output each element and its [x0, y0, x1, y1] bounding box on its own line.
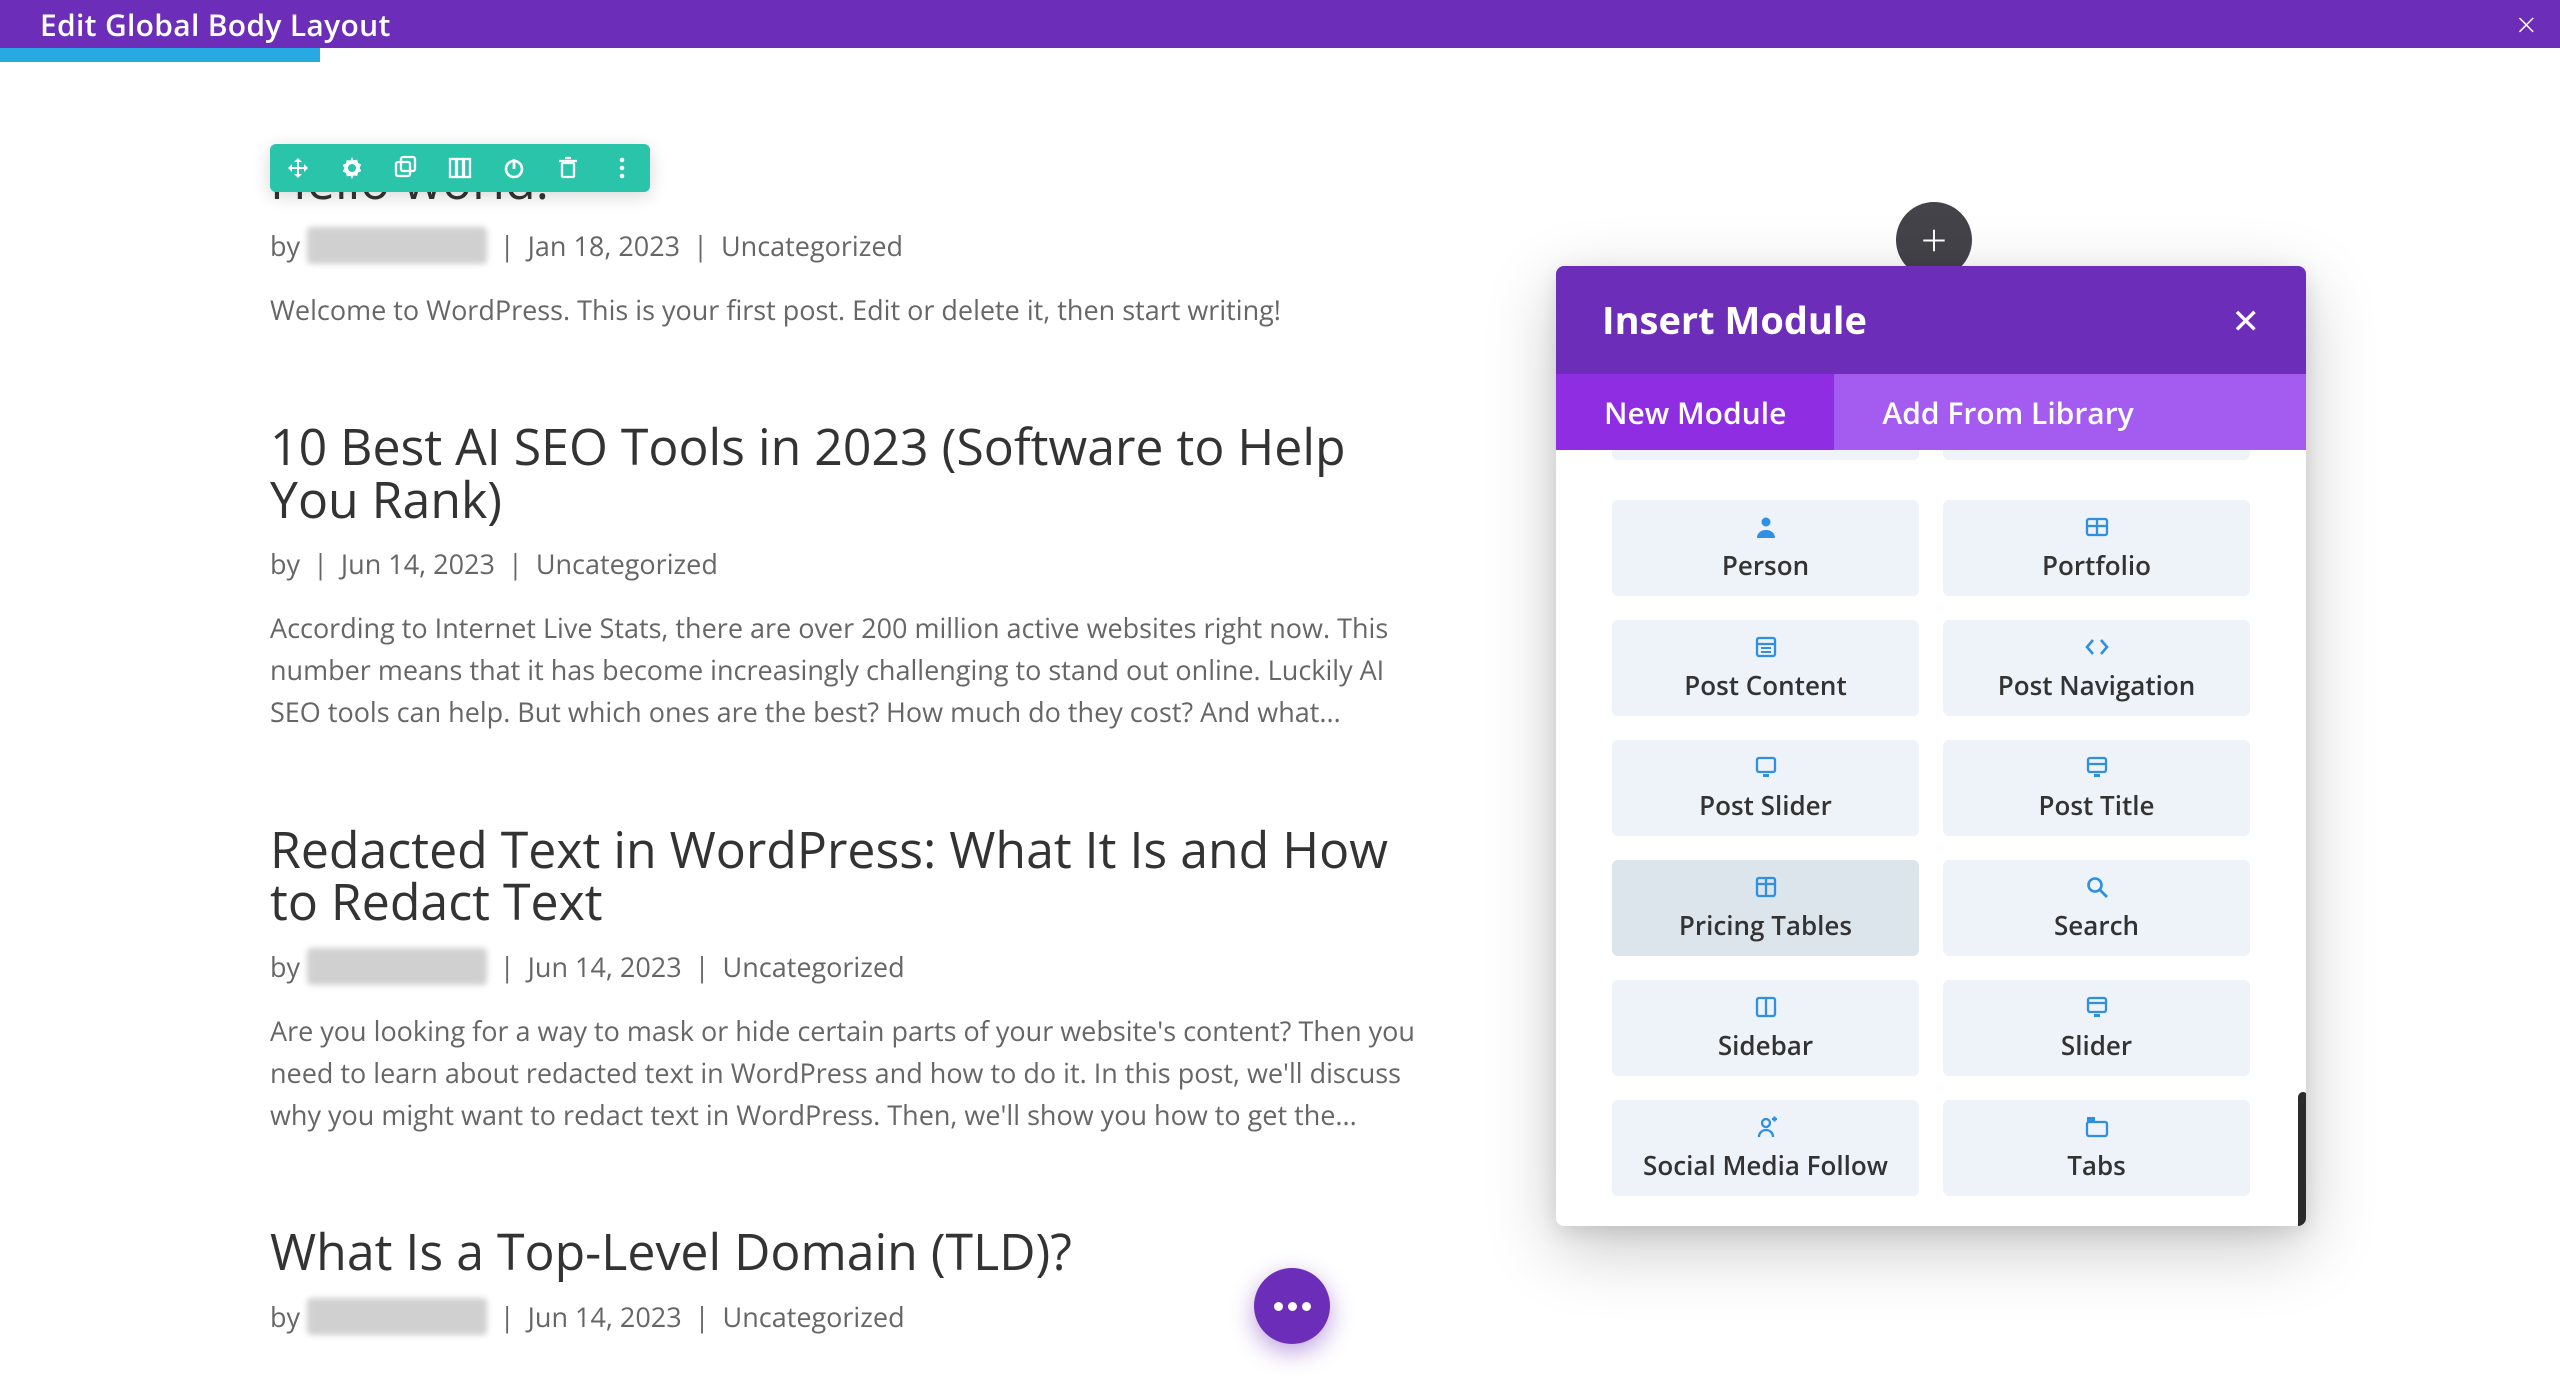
search-icon	[2083, 873, 2111, 901]
meta-sep: |	[695, 948, 710, 985]
tabs-icon	[2083, 1113, 2111, 1141]
slider-icon	[2083, 993, 2111, 1021]
by-label: by	[270, 1298, 300, 1335]
page-content: Hello world! by hellooworldee | Jan 18, …	[0, 48, 2560, 1376]
post-date: Jun 14, 2023	[341, 545, 495, 582]
module-card-pricing-tables[interactable]: Pricing Tables	[1612, 860, 1919, 956]
module-card-portfolio[interactable]: Portfolio	[1943, 500, 2250, 596]
meta-sep: |	[500, 227, 515, 264]
meta-sep: |	[500, 948, 515, 985]
pricing-tables-icon	[1752, 873, 1780, 901]
post-category[interactable]: Uncategorized	[536, 545, 718, 582]
trash-icon[interactable]	[554, 154, 582, 182]
post-body: Are you looking for a way to mask or hid…	[270, 1010, 1440, 1136]
post: Redacted Text in WordPress: What It Is a…	[270, 823, 1440, 1136]
topbar-title: Edit Global Body Layout	[40, 4, 391, 45]
insert-module-modal: Insert Module ✕ New Module Add From Libr…	[1556, 266, 2306, 1226]
more-icon[interactable]	[608, 154, 636, 182]
module-grid: Person Portfolio Post Content Post Navigati…	[1612, 500, 2250, 1196]
topbar: Edit Global Body Layout ×	[0, 0, 2560, 48]
tab-add-from-library[interactable]: Add From Library	[1834, 374, 2181, 450]
by-label: by	[270, 227, 300, 264]
module-label: Tabs	[2067, 1147, 2126, 1183]
post-title[interactable]: 10 Best AI SEO Tools in 2023 (Software t…	[270, 420, 1440, 525]
module-label: Person	[1722, 547, 1809, 583]
modal-tabs-fill	[2182, 374, 2306, 450]
post-date: Jun 14, 2023	[528, 948, 682, 985]
post-meta: by | Jun 14, 2023 | Uncategorized	[270, 545, 1440, 582]
post-date: Jun 14, 2023	[528, 1298, 682, 1335]
by-label: by	[270, 948, 300, 985]
post-category[interactable]: Uncategorized	[721, 227, 903, 264]
meta-sep: |	[693, 227, 708, 264]
power-icon[interactable]	[500, 154, 528, 182]
module-card-post-navigation[interactable]: Post Navigation	[1943, 620, 2250, 716]
module-card-search[interactable]: Search	[1943, 860, 2250, 956]
modal-title: Insert Module	[1602, 294, 1867, 346]
person-icon	[1752, 513, 1780, 541]
module-card-slider[interactable]: Slider	[1943, 980, 2250, 1076]
post-title[interactable]: What Is a Top-Level Domain (TLD)?	[270, 1225, 1440, 1278]
meta-sep: |	[695, 1298, 710, 1335]
module-label: Search	[2054, 907, 2139, 943]
scrollbar-thumb[interactable]	[2298, 1092, 2306, 1226]
post: 10 Best AI SEO Tools in 2023 (Software t…	[270, 420, 1440, 733]
module-label: Pricing Tables	[1679, 907, 1852, 943]
module-card-tabs[interactable]: Tabs	[1943, 1100, 2250, 1196]
portfolio-icon	[2083, 513, 2111, 541]
post-title-icon	[2083, 753, 2111, 781]
post-date: Jan 18, 2023	[528, 227, 680, 264]
module-card-post-content[interactable]: Post Content	[1612, 620, 1919, 716]
module-label: Sidebar	[1718, 1027, 1813, 1063]
module-label: Post Navigation	[1998, 667, 2196, 703]
module-card-partial[interactable]	[1612, 450, 1919, 460]
meta-sep: |	[508, 545, 523, 582]
module-label: Post Slider	[1699, 787, 1832, 823]
module-label: Post Content	[1684, 667, 1846, 703]
post-category[interactable]: Uncategorized	[723, 948, 905, 985]
module-card-post-title[interactable]: Post Title	[1943, 740, 2250, 836]
module-label: Post Title	[2039, 787, 2155, 823]
post-body: Welcome to WordPress. This is your first…	[270, 289, 1440, 331]
modal-tabs: New Module Add From Library	[1556, 374, 2306, 450]
module-card-person[interactable]: Person	[1612, 500, 1919, 596]
module-row-partial	[1612, 450, 2250, 460]
duplicate-icon[interactable]	[392, 154, 420, 182]
close-icon[interactable]: ×	[2513, 1, 2540, 47]
post-body: According to Internet Live Stats, there …	[270, 607, 1440, 733]
module-card-sidebar[interactable]: Sidebar	[1612, 980, 1919, 1076]
post-meta: by hellooworldee | Jan 18, 2023 | Uncate…	[270, 227, 1440, 264]
meta-sep: |	[313, 545, 328, 582]
post-navigation-icon	[2083, 633, 2111, 661]
module-card-post-slider[interactable]: Post Slider	[1612, 740, 1919, 836]
sidebar-icon	[1752, 993, 1780, 1021]
section-toolbar	[270, 144, 650, 192]
columns-icon[interactable]	[446, 154, 474, 182]
close-icon[interactable]: ✕	[2232, 297, 2261, 343]
social-icon	[1752, 1113, 1780, 1141]
post-meta: by hellooworldee | Jun 14, 2023 | Uncate…	[270, 948, 1440, 985]
meta-sep: |	[500, 1298, 515, 1335]
move-icon[interactable]	[284, 154, 312, 182]
module-label: Slider	[2061, 1027, 2132, 1063]
post-title[interactable]: Redacted Text in WordPress: What It Is a…	[270, 823, 1440, 928]
module-card-social[interactable]: Social Media Follow	[1612, 1100, 1919, 1196]
floating-menu-button[interactable]	[1254, 1268, 1330, 1344]
post-category[interactable]: Uncategorized	[723, 1298, 905, 1335]
by-label: by	[270, 545, 300, 582]
post-slider-icon	[1752, 753, 1780, 781]
module-card-partial[interactable]	[1943, 450, 2250, 460]
author-redacted: hellooworldee	[307, 948, 487, 985]
author-redacted: hellooworldee	[307, 227, 487, 264]
gear-icon[interactable]	[338, 154, 366, 182]
blue-tab-indicator	[0, 48, 320, 62]
author-redacted: hellooworldee	[307, 1298, 487, 1335]
module-label: Social Media Follow	[1643, 1147, 1888, 1183]
post-content-icon	[1752, 633, 1780, 661]
tab-new-module[interactable]: New Module	[1556, 374, 1834, 450]
modal-body: Person Portfolio Post Content Post Navigati…	[1556, 450, 2306, 1226]
modal-header: Insert Module ✕	[1556, 266, 2306, 374]
module-label: Portfolio	[2042, 547, 2151, 583]
